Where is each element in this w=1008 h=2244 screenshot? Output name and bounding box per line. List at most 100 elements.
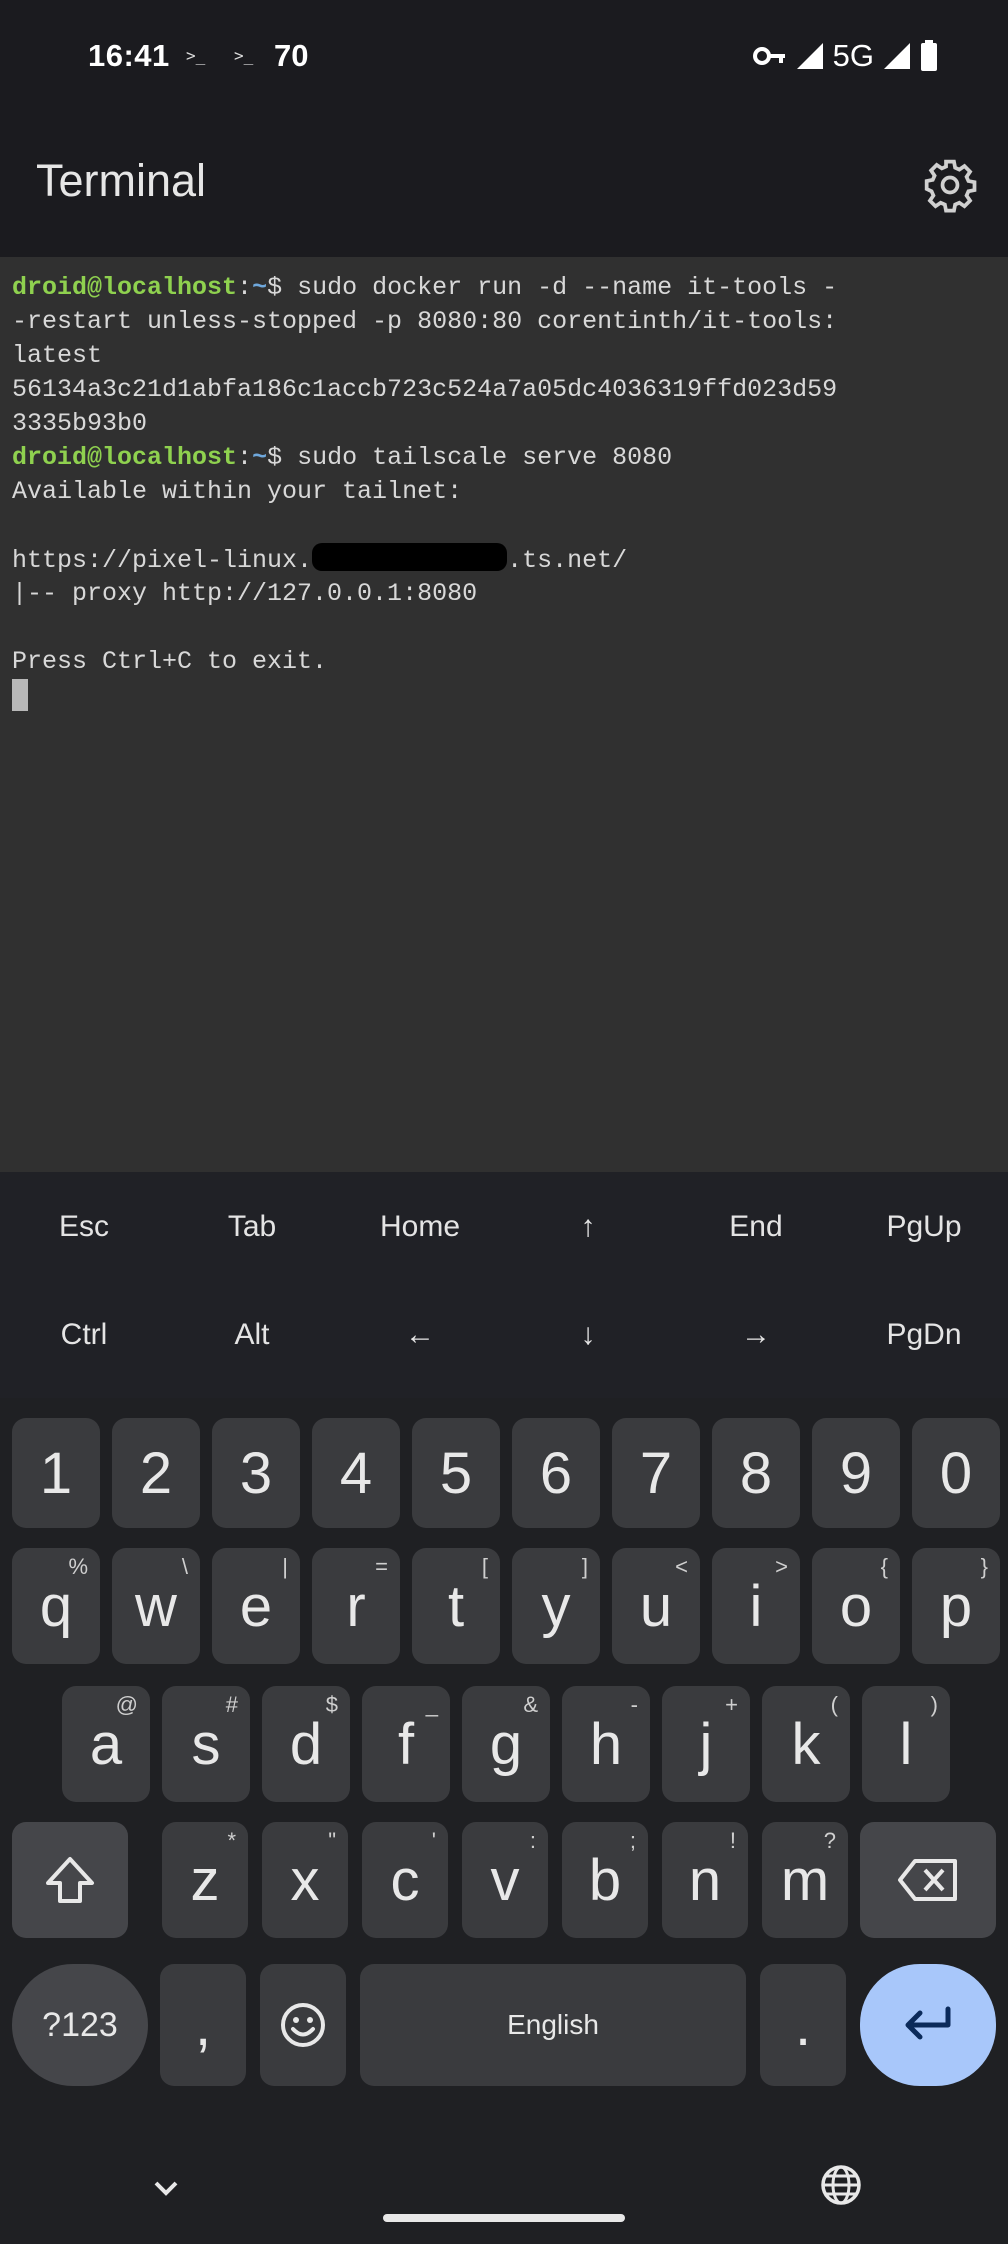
key-hint: < [675, 1554, 688, 1579]
letter-key-u[interactable]: u < [612, 1548, 700, 1664]
key-label: i [749, 1573, 763, 1639]
ctrl-key[interactable]: Ctrl [0, 1318, 168, 1352]
letter-key-o[interactable]: o{ [812, 1548, 900, 1664]
number-key-6[interactable]: 6 [512, 1418, 600, 1528]
terminal-line: 56134a3c21d1abfa186c1accb723c524a7a05dc4… [12, 375, 838, 404]
letter-key-i[interactable]: i > [712, 1548, 800, 1664]
key-label: j [699, 1711, 713, 1777]
settings-gear-icon[interactable] [922, 157, 978, 213]
tab-key[interactable]: Tab [168, 1210, 336, 1244]
left-arrow-key[interactable]: ← [336, 1318, 504, 1352]
pgup-key[interactable]: PgUp [840, 1210, 1008, 1244]
signal-icon [796, 43, 823, 69]
key-label: 9 [839, 1440, 873, 1506]
number-key-7[interactable]: 7 [612, 1418, 700, 1528]
key-hint: | [282, 1554, 288, 1579]
letter-key-m[interactable]: m? [762, 1822, 848, 1938]
alt-key[interactable]: Alt [168, 1318, 336, 1352]
number-key-2[interactable]: 2 [112, 1418, 200, 1528]
letter-key-b[interactable]: b; [562, 1822, 648, 1938]
number-key-3[interactable]: 3 [212, 1418, 300, 1528]
network-type: 5G [832, 38, 874, 73]
terminal-output[interactable]: droid@localhost:~$ sudo docker run -d --… [0, 257, 1008, 1172]
letter-key-s[interactable]: s # [162, 1686, 250, 1802]
key-label: 0 [939, 1440, 973, 1506]
key-label: m [780, 1847, 830, 1913]
number-key-1[interactable]: 1 [12, 1418, 100, 1528]
emoji-key[interactable] [260, 1964, 346, 2086]
key-label: x [290, 1847, 320, 1913]
number-key-8[interactable]: 8 [712, 1418, 800, 1528]
backspace-key[interactable] [860, 1822, 996, 1938]
letter-key-p[interactable]: p} [912, 1548, 1000, 1664]
pgdn-key[interactable]: PgDn [840, 1318, 1008, 1352]
letter-key-r[interactable]: r = [312, 1548, 400, 1664]
end-key[interactable]: End [672, 1210, 840, 1244]
key-hint: @ [115, 1692, 138, 1717]
letter-key-x[interactable]: x " [262, 1822, 348, 1938]
key-hint: [ [481, 1554, 488, 1579]
key-hint: ' [431, 1828, 436, 1853]
esc-key[interactable]: Esc [0, 1210, 168, 1244]
space-key[interactable]: English [360, 1964, 746, 2086]
letter-key-c[interactable]: c ' [362, 1822, 448, 1938]
letter-key-f[interactable]: f _ [362, 1686, 450, 1802]
key-hint: { [880, 1554, 888, 1579]
emoji-icon [281, 2003, 325, 2047]
number-key-5[interactable]: 5 [412, 1418, 500, 1528]
comma-key[interactable]: , [160, 1964, 246, 2086]
letter-key-h[interactable]: h- [562, 1686, 650, 1802]
key-label: u [639, 1573, 673, 1639]
key-label: y [541, 1573, 571, 1639]
key-label: z [190, 1847, 220, 1913]
backspace-icon [898, 1859, 957, 1901]
letter-key-a[interactable]: a @ [62, 1686, 150, 1802]
letter-key-z[interactable]: z * [162, 1822, 248, 1938]
letter-key-d[interactable]: d $ [262, 1686, 350, 1802]
gesture-handle[interactable] [383, 2214, 625, 2222]
redaction-mark [312, 543, 508, 571]
status-bar: 16:41 >_ >_ 70 5G [0, 0, 1008, 115]
letter-key-v[interactable]: v: [462, 1822, 548, 1938]
letter-key-w[interactable]: w \ [112, 1548, 200, 1664]
letter-key-g[interactable]: g & [462, 1686, 550, 1802]
key-label: s [191, 1711, 221, 1777]
key-hint: _ [425, 1692, 438, 1717]
letter-key-t[interactable]: t[ [412, 1548, 500, 1664]
key-label: r [346, 1573, 366, 1639]
key-label: 7 [639, 1440, 673, 1506]
key-hint: " [328, 1828, 336, 1853]
letter-key-j[interactable]: j + [662, 1686, 750, 1802]
right-arrow-key[interactable]: → [672, 1318, 840, 1352]
number-key-4[interactable]: 4 [312, 1418, 400, 1528]
period-key[interactable]: . [760, 1964, 846, 2086]
terminal-notification-icon-2: >_ [234, 46, 254, 65]
key-label: 8 [739, 1440, 773, 1506]
number-key-0[interactable]: 0 [912, 1418, 1000, 1528]
enter-arrow-icon [905, 2006, 951, 2040]
key-label: 3 [239, 1440, 273, 1506]
terminal-line: Available within your tailnet: [12, 477, 463, 506]
hide-keyboard-chevron-icon[interactable] [150, 2176, 182, 2200]
enter-key[interactable] [860, 1964, 996, 2086]
key-label: q [39, 1573, 73, 1639]
key-hint: ? [823, 1828, 836, 1853]
terminal-line: Press Ctrl+C to exit. [12, 647, 328, 676]
key-hint: & [523, 1692, 538, 1717]
number-key-9[interactable]: 9 [812, 1418, 900, 1528]
up-arrow-key[interactable]: ↑ [504, 1210, 672, 1244]
symbols-key[interactable]: ?123 [12, 1964, 148, 2086]
home-key[interactable]: Home [336, 1210, 504, 1244]
down-arrow-key[interactable]: ↓ [504, 1318, 672, 1352]
letter-key-l[interactable]: l) [862, 1686, 950, 1802]
letter-key-q[interactable]: q% [12, 1548, 100, 1664]
key-hint: % [68, 1554, 88, 1579]
letter-key-k[interactable]: k( [762, 1686, 850, 1802]
letter-key-n[interactable]: n! [662, 1822, 748, 1938]
status-time: 16:41 [88, 38, 170, 73]
letter-key-e[interactable]: e | [212, 1548, 300, 1664]
key-label: c [390, 1847, 420, 1913]
shift-key[interactable] [12, 1822, 128, 1938]
letter-key-y[interactable]: y] [512, 1548, 600, 1664]
language-globe-icon[interactable] [820, 2164, 862, 2206]
